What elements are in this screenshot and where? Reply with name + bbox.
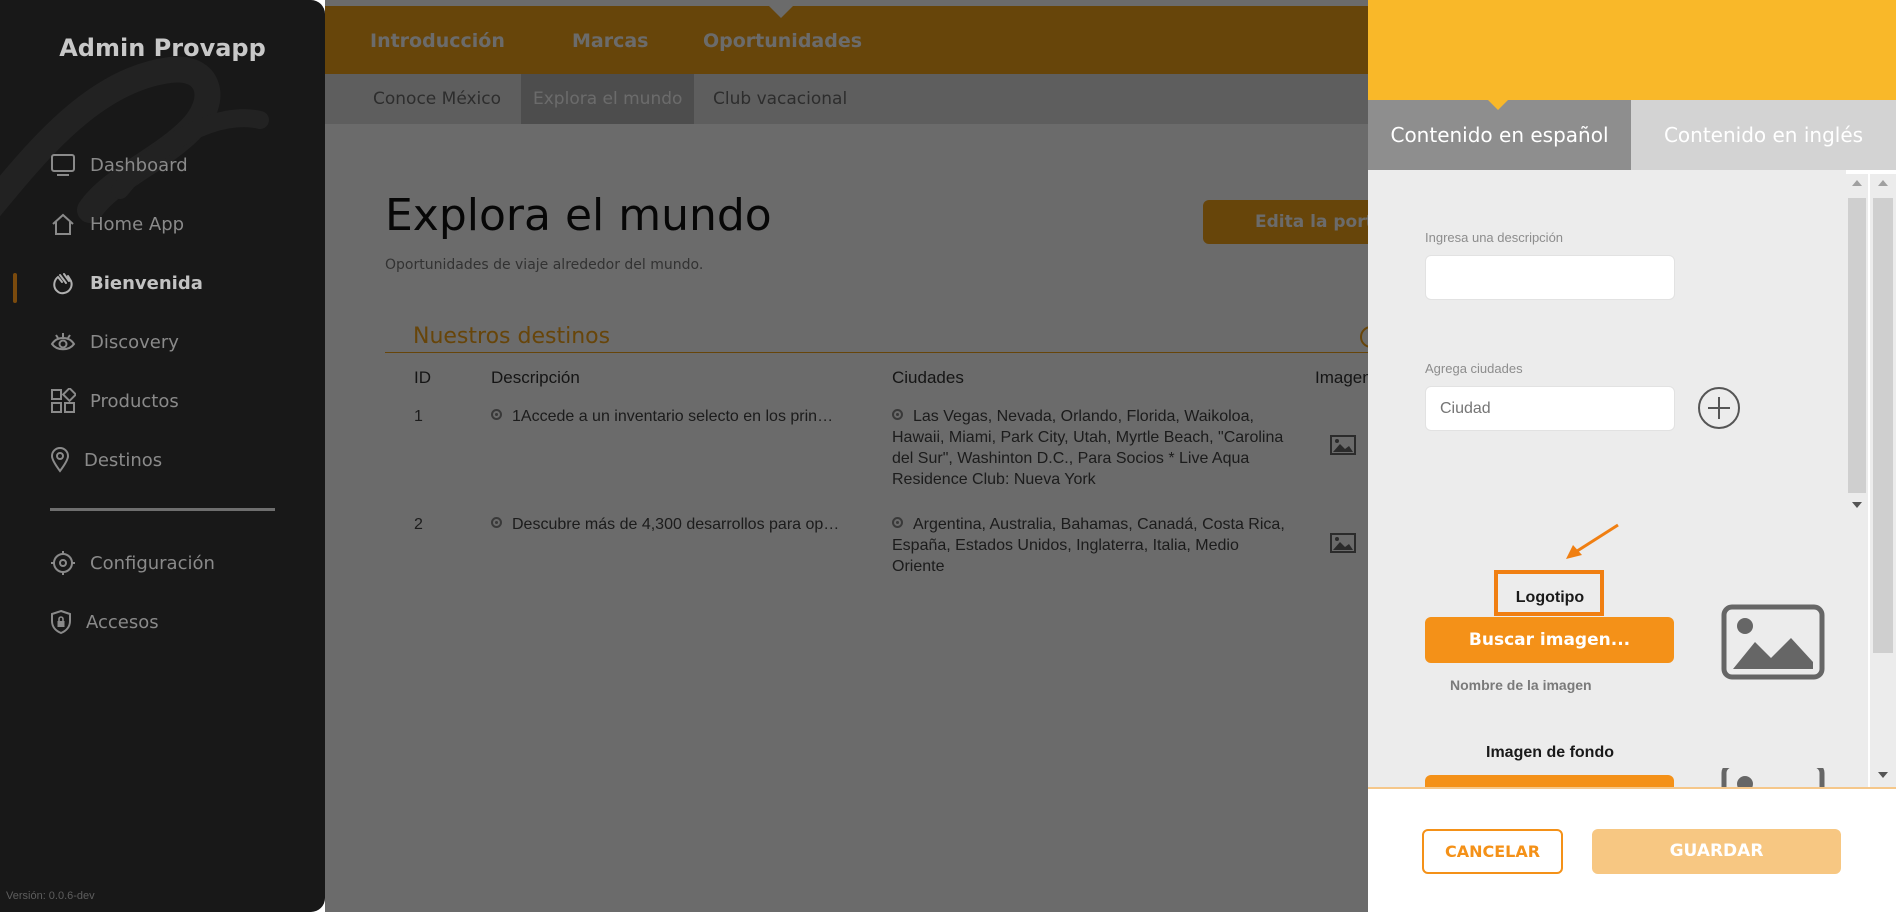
scroll-down-icon[interactable] [1878,772,1888,778]
description-label: Ingresa una descripción [1425,230,1564,245]
table-header-id: ID [414,368,431,387]
subnav-item-club-vacacional[interactable]: Club vacacional [701,74,859,124]
background-image-title: Imagen de fondo [1486,744,1614,761]
location-pin-icon [50,447,70,473]
home-icon [50,211,76,237]
search-image-button[interactable]: Buscar imagen... [1425,617,1674,663]
grid-shapes-icon [50,388,76,414]
panel-scrollbar[interactable] [1870,174,1896,788]
topnav-item-introduccion[interactable]: Introducción [370,30,505,52]
page-title: Explora el mundo [385,190,772,241]
sidebar-divider [50,508,275,511]
topnav-item-marcas[interactable]: Marcas [572,30,649,52]
logo-title: Logotipo [1515,589,1585,606]
scroll-up-icon[interactable] [1878,180,1888,186]
sidebar-item-destinos[interactable]: Destinos [50,445,162,475]
bullet-icon [491,517,502,528]
app-brand: Admin Provapp [59,34,266,62]
sidebar-item-label: Dashboard [90,154,188,176]
panel-header [1368,0,1896,100]
eye-icon [50,329,76,355]
version-label: Versión: 0.0.6-dev [6,890,95,902]
image-name-label: Nombre de la imagen [1450,677,1592,693]
waving-hand-icon [50,270,76,296]
sidebar-item-label: Destinos [84,449,163,471]
sidebar-item-label: Configuración [90,552,215,574]
topnav-item-oportunidades[interactable]: Oportunidades [703,30,862,52]
bullet-icon [892,517,903,528]
row-cities: Las Vegas, Nevada, Orlando, Florida, Wai… [892,408,1284,488]
sidebar-item-dashboard[interactable]: Dashboard [50,150,188,180]
city-input[interactable] [1425,386,1675,431]
row-description: 1Accede a un inventario selecto en los p… [491,406,866,427]
sidebar-item-bienvenida[interactable]: Bienvenida [50,268,203,298]
subnav-item-explora-el-mundo[interactable]: Explora el mundo [521,74,695,124]
image-placeholder-icon [1721,768,1825,788]
sidebar-item-label: Bienvenida [90,272,203,294]
scrollbar-thumb[interactable] [1848,198,1866,493]
monitor-icon [50,152,76,178]
cancel-button[interactable]: CANCELAR [1422,829,1563,874]
footer-divider [1368,787,1896,789]
sidebar-item-productos[interactable]: Productos [50,386,179,416]
row-id: 2 [414,516,423,533]
add-city-icon[interactable] [1697,386,1741,430]
active-topnav-caret [769,6,793,18]
sidebar-item-home-app[interactable]: Home App [50,209,184,239]
scroll-up-icon[interactable] [1852,180,1862,186]
table-header-description: Descripción [491,368,580,387]
tab-english-content[interactable]: Contenido en inglés [1631,100,1896,170]
image-placeholder-icon [1721,604,1825,680]
shield-lock-icon [50,609,72,635]
bullet-icon [491,409,502,420]
sidebar-item-discovery[interactable]: Discovery [50,327,179,357]
save-button[interactable]: GUARDAR [1592,829,1841,874]
active-indicator [13,273,17,303]
text-form-section [1368,170,1846,517]
section-title: Nuestros destinos [413,324,611,349]
sidebar-item-configuracion[interactable]: Configuración [50,548,215,578]
row-description: Descubre más de 4,300 desarrollos para o… [491,514,866,535]
scroll-down-icon[interactable] [1852,502,1862,508]
image-thumbnail-icon [1330,533,1356,553]
image-thumbnail-icon [1330,435,1356,455]
cities-label: Agrega ciudades [1425,361,1523,376]
clipped-upload-row [1368,768,1868,788]
section-divider [385,352,1445,353]
sidebar-item-label: Home App [90,213,185,235]
edit-panel: Contenido en español Contenido en inglés… [1368,0,1896,912]
sidebar: Admin Provapp Dashboard Home App Bienven… [0,0,325,912]
tab-spanish-content[interactable]: Contenido en español [1368,100,1631,170]
sidebar-item-label: Discovery [90,331,179,353]
sidebar-item-label: Accesos [86,611,159,633]
form-scrollbar[interactable] [1846,174,1868,517]
pointer-arrow-icon [1566,523,1619,559]
sidebar-item-accesos[interactable]: Accesos [50,607,159,637]
scrollbar-thumb[interactable] [1873,198,1893,653]
table-header-image: Imagen [1315,368,1372,387]
gear-icon [50,550,76,576]
page-subtitle: Oportunidades de viaje alrededor del mun… [385,257,704,273]
table-header-cities: Ciudades [892,368,964,387]
row-cities: Argentina, Australia, Bahamas, Canadá, C… [892,516,1285,575]
active-tab-caret [1488,100,1508,110]
sidebar-item-label: Productos [90,390,179,412]
bullet-icon [892,409,903,420]
row-id: 1 [414,408,423,425]
subnav-item-conoce-mexico[interactable]: Conoce México [361,74,513,124]
description-input[interactable] [1425,255,1675,300]
